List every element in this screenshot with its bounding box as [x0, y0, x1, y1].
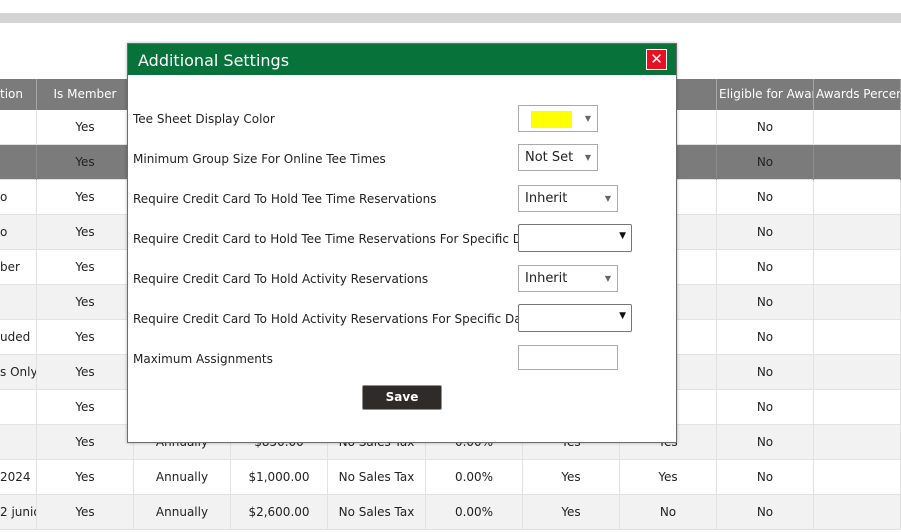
table-cell: 0.00% [426, 460, 523, 495]
close-icon[interactable]: ✕ [646, 49, 667, 70]
table-cell: 2 junior [0, 495, 37, 530]
table-cell [814, 320, 901, 355]
table-cell [814, 250, 901, 285]
table-cell: No [717, 285, 814, 320]
cc-tee-label: Require Credit Card To Hold Tee Time Res… [133, 192, 437, 206]
table-cell [814, 495, 901, 530]
table-cell: Yes [37, 145, 134, 180]
table-cell: $2,600.00 [231, 495, 328, 530]
select-arrow-icon: ▼ [619, 311, 626, 321]
min-group-dropdown[interactable]: Not Set ▼ [518, 144, 598, 171]
table-row[interactable]: 2 juniorYesAnnually$2,600.00No Sales Tax… [0, 495, 901, 530]
table-cell: o [0, 215, 37, 250]
max-assign-label: Maximum Assignments [133, 352, 273, 366]
table-cell [814, 390, 901, 425]
chevron-down-icon: ▼ [604, 194, 611, 203]
save-button[interactable]: Save [362, 385, 442, 410]
table-cell: No [717, 110, 814, 145]
cc-tee-days-select[interactable]: ▼ [518, 224, 632, 252]
additional-settings-dialog: Additional Settings ✕ Tee Sheet Display … [127, 43, 677, 443]
table-cell: No Sales Tax [328, 460, 426, 495]
table-cell [814, 425, 901, 460]
column-header[interactable]: Eligible for Awards [717, 79, 814, 110]
table-cell: Yes [37, 285, 134, 320]
chevron-down-icon: ▼ [604, 274, 611, 283]
color-swatch [531, 111, 572, 128]
table-cell: No [717, 250, 814, 285]
table-cell: Annually [134, 460, 231, 495]
table-cell: Yes [37, 110, 134, 145]
cc-tee-days-label: Require Credit Card to Hold Tee Time Res… [133, 232, 551, 246]
select-arrow-icon: ▼ [619, 231, 626, 241]
dialog-title: Additional Settings [138, 51, 290, 70]
table-cell [0, 110, 37, 145]
table-cell [814, 180, 901, 215]
table-cell: Yes [37, 390, 134, 425]
table-cell: Annually [134, 495, 231, 530]
cc-activity-label: Require Credit Card To Hold Activity Res… [133, 272, 429, 286]
chevron-down-icon: ▼ [584, 114, 591, 123]
table-cell [814, 215, 901, 250]
table-cell: No [717, 180, 814, 215]
table-cell: Yes [620, 460, 717, 495]
table-cell [814, 285, 901, 320]
table-cell: No [717, 355, 814, 390]
table-cell [0, 425, 37, 460]
table-cell: o [0, 180, 37, 215]
table-cell: Yes [37, 425, 134, 460]
column-header[interactable]: Awards Percentage [814, 79, 901, 110]
table-cell: No [717, 460, 814, 495]
table-cell: 2024 [0, 460, 37, 495]
table-cell [814, 355, 901, 390]
column-header[interactable]: Is Member [37, 79, 134, 110]
table-cell: s Only [0, 355, 37, 390]
table-cell: Yes [37, 460, 134, 495]
top-bar [0, 13, 901, 23]
min-group-label: Minimum Group Size For Online Tee Times [133, 152, 386, 166]
table-cell: Yes [37, 320, 134, 355]
table-cell: Yes [37, 495, 134, 530]
table-cell: No [717, 425, 814, 460]
column-header[interactable]: tion [0, 79, 37, 110]
cc-tee-value: Inherit [525, 191, 568, 206]
table-cell: Yes [37, 250, 134, 285]
table-cell: No [717, 145, 814, 180]
cc-activity-value: Inherit [525, 271, 568, 286]
cc-activity-dropdown[interactable]: Inherit ▼ [518, 265, 618, 292]
cc-activity-days-select[interactable]: ▼ [518, 304, 632, 332]
max-assign-input[interactable] [518, 345, 618, 370]
table-cell: No [620, 495, 717, 530]
table-cell [0, 145, 37, 180]
table-cell: No [717, 390, 814, 425]
table-cell: No [717, 215, 814, 250]
table-cell: No [717, 320, 814, 355]
table-cell: uded [0, 320, 37, 355]
cc-tee-dropdown[interactable]: Inherit ▼ [518, 185, 618, 212]
table-cell: ber [0, 250, 37, 285]
table-cell: $1,000.00 [231, 460, 328, 495]
table-cell [814, 460, 901, 495]
table-cell: Yes [523, 460, 620, 495]
table-cell [814, 145, 901, 180]
table-cell: Yes [37, 355, 134, 390]
table-cell: No Sales Tax [328, 495, 426, 530]
dialog-title-bar[interactable]: Additional Settings ✕ [128, 44, 676, 75]
table-cell [0, 285, 37, 320]
min-group-value: Not Set [525, 150, 574, 165]
table-cell [0, 390, 37, 425]
table-cell: Yes [37, 215, 134, 250]
table-cell: Yes [37, 180, 134, 215]
table-row[interactable]: 2024 Yes Annually $1,000.00 No Sales Tax 0.00… [0, 460, 901, 495]
display-color-picker[interactable]: ▼ [518, 105, 598, 132]
display-color-label: Tee Sheet Display Color [133, 112, 275, 126]
table-cell [814, 110, 901, 145]
table-cell: Yes [523, 495, 620, 530]
cc-activity-days-label: Require Credit Card To Hold Activity Res… [133, 312, 539, 326]
table-cell: No [717, 495, 814, 530]
table-cell: 0.00% [426, 495, 523, 530]
chevron-down-icon: ▼ [584, 153, 591, 162]
